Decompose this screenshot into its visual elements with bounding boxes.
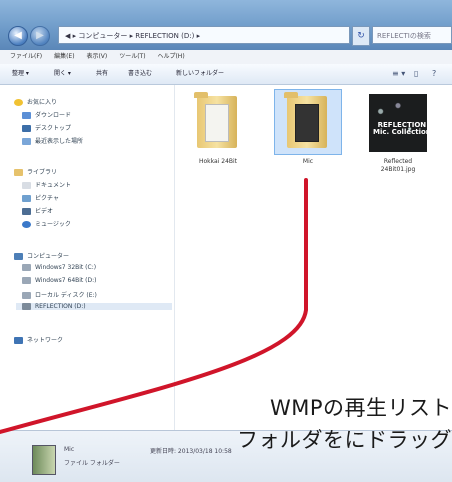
recent-places-icon xyxy=(22,138,31,145)
nav-favorites[interactable]: お気に入り xyxy=(14,97,57,106)
menu-tools[interactable]: ツール(T) xyxy=(119,50,145,64)
optical-drive-icon xyxy=(22,303,31,310)
nav-recent-places[interactable]: 最近表示した場所 xyxy=(22,136,83,145)
menu-bar: ファイル(F) 編集(E) 表示(V) ツール(T) ヘルプ(H) xyxy=(0,50,452,65)
item-name: Hokkai 24Bit xyxy=(198,158,238,165)
status-name: Mic xyxy=(64,446,75,453)
menu-file[interactable]: ファイル(F) xyxy=(10,50,42,64)
item-name: Reflected 24Bit01.jpg xyxy=(380,158,416,173)
nav-music[interactable]: ミュージック xyxy=(22,219,71,228)
status-kind: ファイル フォルダー xyxy=(64,460,120,467)
search-input[interactable]: REFLECTIの検索 xyxy=(372,26,452,44)
nav-libraries[interactable]: ライブラリ xyxy=(14,167,57,176)
desktop-icon xyxy=(22,125,31,132)
file-item-image[interactable]: REFLECTION Mic. Collection Reflected 24B… xyxy=(363,89,433,174)
file-item-folder[interactable]: Hokkai 24Bit xyxy=(183,89,253,166)
library-icon xyxy=(14,169,23,176)
nav-drive-d[interactable]: Windows7 64Bit (D:) xyxy=(22,277,97,284)
nav-videos[interactable]: ビデオ xyxy=(22,206,53,215)
new-folder-button[interactable]: 新しいフォルダー xyxy=(176,64,224,84)
preview-pane-icon[interactable]: ▯ xyxy=(414,64,418,84)
burn-button[interactable]: 書き込む xyxy=(128,64,152,84)
address-bar[interactable]: ◀ ▸ コンピューター ▸ REFLECTION (D:) ▸ xyxy=(58,26,350,44)
music-icon xyxy=(22,221,31,228)
star-icon xyxy=(14,99,23,106)
album-art-image: REFLECTION Mic. Collection xyxy=(369,94,431,152)
back-button[interactable]: ◀ xyxy=(8,26,28,46)
drive-icon xyxy=(22,277,31,284)
item-thumbnail xyxy=(274,89,342,155)
documents-icon xyxy=(22,182,31,189)
nav-reflection-drive[interactable]: REFLECTION (D:) xyxy=(16,303,172,310)
computer-icon xyxy=(14,253,23,260)
item-thumbnail: REFLECTION Mic. Collection xyxy=(364,89,432,155)
download-icon xyxy=(22,112,31,119)
view-options-icon[interactable]: ≡ ▾ xyxy=(392,64,405,84)
forward-button[interactable]: ▶ xyxy=(30,26,50,46)
command-bar: 整理 ▾ 開く ▾ 共有 書き込む 新しいフォルダー ≡ ▾ ▯ ? xyxy=(0,64,452,85)
annotation-text-line1: WMPの再生リスト xyxy=(269,396,452,420)
nav-drive-c[interactable]: Windows7 32Bit (C:) xyxy=(22,264,96,271)
network-icon xyxy=(14,337,23,344)
nav-drive-e[interactable]: ローカル ディスク (E:) xyxy=(22,290,97,299)
nav-desktop[interactable]: デスクトップ xyxy=(22,123,71,132)
pictures-icon xyxy=(22,195,31,202)
folder-icon xyxy=(284,92,327,148)
selected-folder-icon xyxy=(32,445,56,475)
title-bar: ◀ ▶ ◀ ▸ コンピューター ▸ REFLECTION (D:) ▸ ↻ RE… xyxy=(0,0,452,50)
nav-network[interactable]: ネットワーク xyxy=(14,335,63,344)
nav-computer[interactable]: コンピューター xyxy=(14,251,69,260)
file-item-selected-folder[interactable]: Mic xyxy=(273,89,343,166)
share-button[interactable]: 共有 xyxy=(96,64,108,84)
drive-icon xyxy=(22,292,31,299)
menu-view[interactable]: 表示(V) xyxy=(86,50,107,64)
nav-pictures[interactable]: ピクチャ xyxy=(22,193,59,202)
open-button[interactable]: 開く ▾ xyxy=(54,64,71,84)
item-thumbnail xyxy=(184,89,252,155)
navigation-pane: お気に入り ダウンロード デスクトップ 最近表示した場所 ライブラリ ドキュメン… xyxy=(0,85,175,430)
item-name: Mic xyxy=(302,158,314,165)
organize-button[interactable]: 整理 ▾ xyxy=(12,64,29,84)
nav-documents[interactable]: ドキュメント xyxy=(22,180,71,189)
videos-icon xyxy=(22,208,31,215)
drive-icon xyxy=(22,264,31,271)
menu-edit[interactable]: 編集(E) xyxy=(54,50,74,64)
menu-help[interactable]: ヘルプ(H) xyxy=(157,50,184,64)
help-icon[interactable]: ? xyxy=(432,64,436,84)
nav-downloads[interactable]: ダウンロード xyxy=(22,110,71,119)
file-list: Hokkai 24Bit Mic REFLECTION Mic. Collect… xyxy=(175,85,452,430)
annotation-text-line2: フォルダをにドラッグ xyxy=(237,428,452,452)
status-date: 更新日時: 2013/03/18 10:58 xyxy=(150,448,232,455)
refresh-button[interactable]: ↻ xyxy=(352,26,370,46)
folder-icon xyxy=(194,92,237,148)
